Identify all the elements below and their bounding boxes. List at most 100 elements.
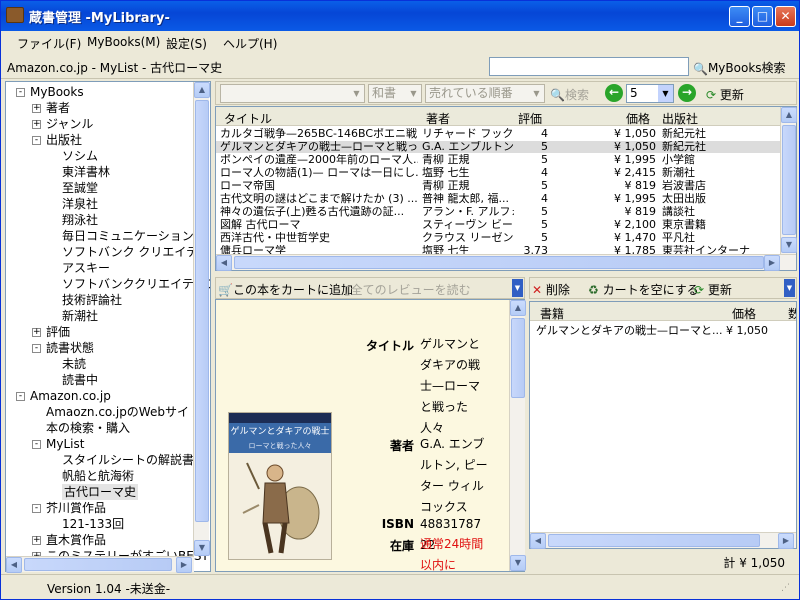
table-row[interactable]: 図解 古代ローマ スティーヴン ビー... 5 ¥ 2,100 東京書籍 <box>216 219 780 231</box>
tree-item[interactable]: 121-133回 <box>62 516 124 532</box>
category-combo[interactable]: ▼ <box>220 84 365 103</box>
tree-hscroll[interactable]: ◀ ▶ <box>6 556 194 573</box>
scroll-down-button[interactable]: ▼ <box>781 237 797 253</box>
col-header-price[interactable]: 価格 <box>626 110 650 127</box>
menu-help[interactable]: ヘルプ(H) <box>223 35 277 52</box>
tree-item[interactable]: ソフトバンククリエイティブ <box>62 276 210 292</box>
table-row[interactable]: カルタゴ戦争—265BC-146BCポエニ戦... リチャード フック, ... 4… <box>216 128 780 140</box>
scroll-thumb[interactable] <box>195 100 209 522</box>
close-button[interactable]: ✕ <box>775 6 796 27</box>
tree-item[interactable]: Amazon.co.jp <box>30 388 111 404</box>
tree-item[interactable]: 技術評論社 <box>62 292 122 308</box>
tree-item[interactable]: 古代ローマ史 <box>62 484 139 500</box>
col-header-rating[interactable]: 評価 <box>518 110 542 127</box>
collapse-icon[interactable]: - <box>32 504 41 513</box>
tree-item[interactable]: 翔泳社 <box>62 212 98 228</box>
tree-item[interactable]: ソフトバンク クリエイティブ <box>62 244 210 260</box>
mybooks-search-button[interactable]: 🔍MyBooks検索 <box>693 59 786 76</box>
list-vscroll[interactable]: ▲ ▼ <box>780 107 797 255</box>
search-input[interactable] <box>489 57 689 76</box>
scroll-thumb[interactable] <box>548 534 760 547</box>
scroll-thumb[interactable] <box>782 125 796 235</box>
list-hscroll[interactable]: ◀ ▶ <box>216 254 796 271</box>
tree-item[interactable]: 読書状態 <box>46 340 94 356</box>
book-list[interactable]: タイトル 著者 評価 価格 出版社 カルタゴ戦争—265BC-146BCポエニ戦… <box>215 106 797 271</box>
scroll-down-button[interactable]: ▼ <box>194 540 210 556</box>
collapse-icon[interactable]: - <box>16 392 25 401</box>
cart-hscroll[interactable]: ◀ ▶ <box>530 532 796 549</box>
folder-tree[interactable]: - MyBooks + 著者 + ジャンル - 出版社 ソシム 東洋書林 至誠堂 洋泉社 翔泳社 毎日コミ… <box>5 81 211 572</box>
tree-item[interactable]: Amaozn.co.jpのWebサイト <box>46 404 201 420</box>
add-to-cart-button[interactable]: 🛒この本をカートに追加 <box>218 281 353 298</box>
prev-page-button[interactable]: ← <box>605 84 623 102</box>
col-header-author[interactable]: 著者 <box>426 110 450 127</box>
minimize-button[interactable]: _ <box>729 6 750 27</box>
expand-icon[interactable]: + <box>32 104 41 113</box>
refresh-list-button[interactable]: ⟳ 更新 <box>706 86 744 103</box>
toolbar-overflow-button[interactable]: ▼ <box>512 279 523 297</box>
refresh-cart-button[interactable]: ⟳ 更新 <box>694 281 732 298</box>
collapse-icon[interactable]: - <box>32 344 41 353</box>
empty-cart-button[interactable]: ♻ カートを空にする <box>588 281 699 298</box>
table-row[interactable]: ローマ帝国 青柳 正規 5 ¥ 819 岩波書店 <box>216 180 780 192</box>
tree-item[interactable]: 本の検索・購入 <box>46 420 130 436</box>
tree-item[interactable]: 新潮社 <box>62 308 98 324</box>
tree-item[interactable]: 読書中 <box>62 372 98 388</box>
tree-vscroll[interactable]: ▲ ▼ <box>193 82 210 556</box>
scroll-up-button[interactable]: ▲ <box>194 82 210 98</box>
tree-item[interactable]: 帆船と航海術 <box>62 468 134 484</box>
scroll-thumb[interactable] <box>24 558 172 571</box>
book-type-combo[interactable]: 和書 ▼ <box>368 84 422 103</box>
col-header-publisher[interactable]: 出版社 <box>662 110 698 127</box>
tree-item[interactable]: 著者 <box>46 100 70 116</box>
read-reviews-button[interactable]: ▯全てのレビューを読む <box>344 281 471 298</box>
tree-item[interactable]: MyList <box>46 436 84 452</box>
col-header-title[interactable]: タイトル <box>224 110 272 127</box>
detail-vscroll[interactable]: ▲ ▼ <box>509 300 526 571</box>
tree-item[interactable]: 出版社 <box>46 132 82 148</box>
tree-item[interactable]: 洋泉社 <box>62 196 98 212</box>
resize-grip[interactable]: ⋰ <box>781 583 790 593</box>
scroll-up-button[interactable]: ▲ <box>781 107 797 123</box>
tree-item[interactable]: スタイルシートの解説書 <box>62 452 194 468</box>
page-number-combo[interactable]: 5 ▼ <box>626 84 674 103</box>
tree-item[interactable]: ソシム <box>62 148 98 164</box>
tree-item[interactable]: 至誠堂 <box>62 180 98 196</box>
title-bar[interactable]: 蔵書管理 -MyLibrary- _ □ ✕ <box>1 1 799 31</box>
scroll-thumb[interactable] <box>234 256 764 269</box>
scroll-right-button[interactable]: ▶ <box>778 533 794 549</box>
scroll-left-button[interactable]: ◀ <box>6 557 22 573</box>
search-button[interactable]: 🔍検索 <box>550 86 589 103</box>
collapse-icon[interactable]: - <box>32 440 41 449</box>
next-page-button[interactable]: → <box>678 84 696 102</box>
tree-item[interactable]: 毎日コミュニケーションズ <box>62 228 206 244</box>
cart-row[interactable]: ゲルマンとダキアの戦士—ローマと... ¥ 1,050 <box>530 324 796 338</box>
cart-list[interactable]: 書籍 価格 数 ゲルマンとダキアの戦士—ローマと...¥ 1,050 <box>529 301 797 549</box>
col-header-qty[interactable]: 数 <box>788 305 796 322</box>
expand-icon[interactable]: + <box>32 328 41 337</box>
scroll-left-button[interactable]: ◀ <box>530 533 546 549</box>
toolbar-overflow-button[interactable]: ▼ <box>784 279 795 297</box>
sort-order-combo[interactable]: 売れている順番 ▼ <box>425 84 545 103</box>
tree-item[interactable]: 芥川賞作品 <box>46 500 106 516</box>
scroll-left-button[interactable]: ◀ <box>216 255 232 271</box>
expand-icon[interactable]: + <box>32 536 41 545</box>
tree-item[interactable]: アスキー <box>62 260 110 276</box>
tree-item[interactable]: ジャンル <box>46 116 93 132</box>
table-row[interactable]: ローマ人の物語(1)— ローマは一日にし... 塩野 七生 4 ¥ 2,415 新潮社 <box>216 167 780 179</box>
scroll-up-button[interactable]: ▲ <box>510 300 526 316</box>
scroll-down-button[interactable]: ▼ <box>510 555 526 571</box>
menu-settings[interactable]: 設定(S) <box>166 35 207 52</box>
scroll-right-button[interactable]: ▶ <box>176 557 192 573</box>
tree-item[interactable]: 直木賞作品 <box>46 532 106 548</box>
menu-file[interactable]: ファイル(F) <box>17 35 81 52</box>
table-row[interactable]: ポンペイの遺産—2000年前のローマ人... 青柳 正規 5 ¥ 1,995 小学館 <box>216 154 780 166</box>
scroll-right-button[interactable]: ▶ <box>764 255 780 271</box>
menu-mybooks[interactable]: MyBooks(M) <box>87 35 160 49</box>
scroll-thumb[interactable] <box>511 318 525 398</box>
col-header-book[interactable]: 書籍 <box>540 305 564 322</box>
tree-item[interactable]: 未読 <box>62 356 86 372</box>
tree-item[interactable]: 東洋書林 <box>62 164 110 180</box>
col-header-price[interactable]: 価格 <box>732 305 756 322</box>
table-row[interactable]: 西洋古代・中世哲学史 クラウス リーゼンフ... 5 ¥ 1,470 平凡社 <box>216 232 780 244</box>
